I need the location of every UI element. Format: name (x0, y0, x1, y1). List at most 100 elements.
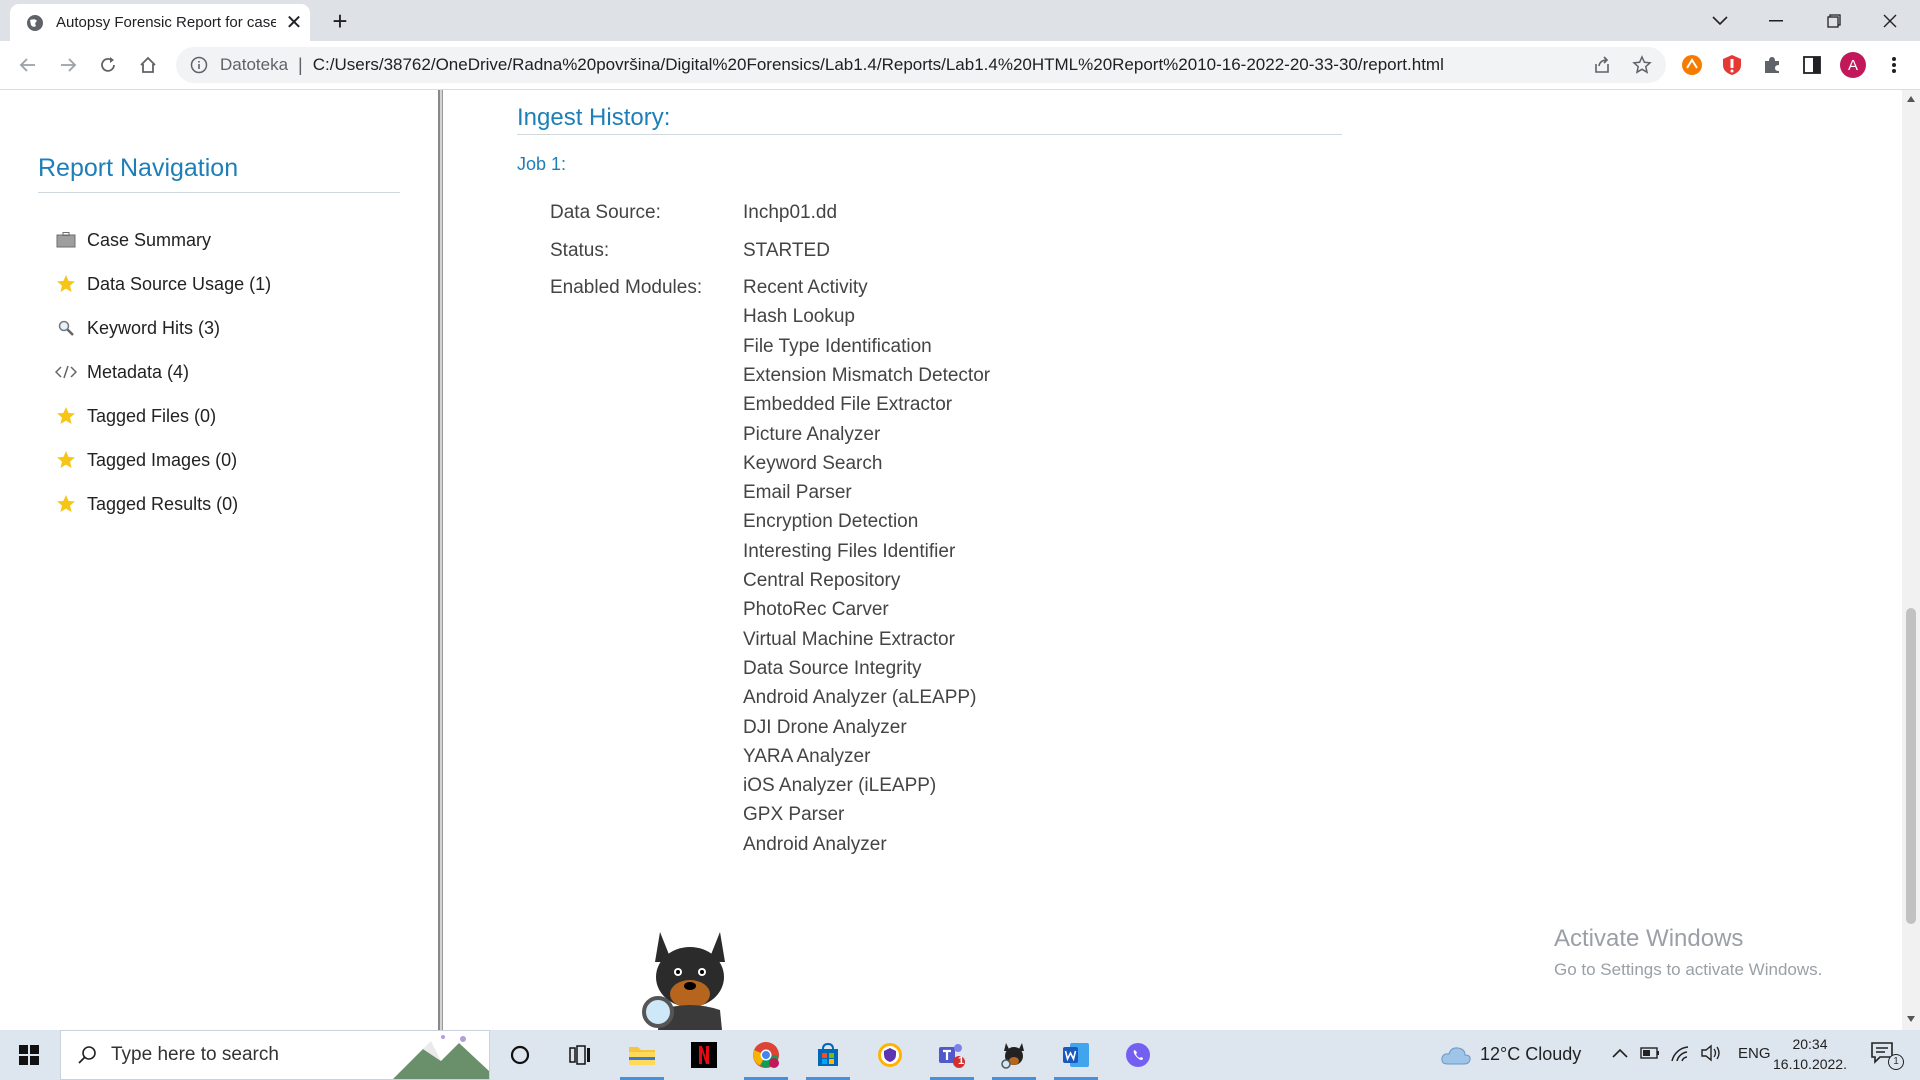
forward-button[interactable] (54, 51, 82, 79)
notification-center-button[interactable]: 1 (1870, 1040, 1906, 1070)
word-icon (1063, 1043, 1089, 1067)
enabled-module-item: Central Repository (743, 570, 901, 591)
browser-tab[interactable]: Autopsy Forensic Report for case ✕ (10, 4, 310, 41)
bookmark-button[interactable] (1628, 51, 1656, 79)
chrome-icon (753, 1042, 779, 1068)
section-divider-line (517, 134, 1342, 135)
share-icon (1595, 56, 1609, 73)
nav-item-label[interactable]: Keyword Hits (3) (87, 318, 220, 339)
extension-orange-icon (1682, 55, 1702, 75)
report-content: Ingest History: Job 1: Data Source: Inch… (444, 90, 1902, 1030)
nav-item-data-source-usage[interactable]: Data Source Usage (1) (55, 262, 271, 306)
data-source-value: Inchp01.dd (743, 202, 838, 223)
minimize-icon (1769, 19, 1783, 21)
taskbar-microsoft-store[interactable] (800, 1035, 856, 1080)
nav-item-tagged-images[interactable]: Tagged Images (0) (55, 438, 271, 482)
windows-logo-icon (19, 1045, 39, 1065)
menu-button[interactable] (1880, 51, 1908, 79)
briefcase-icon (55, 229, 77, 251)
nav-title: Report Navigation (38, 154, 239, 182)
taskbar-word[interactable] (1048, 1035, 1104, 1080)
weather-text[interactable]: 12°C Cloudy (1480, 1044, 1581, 1065)
reload-button[interactable] (94, 51, 122, 79)
extension-button-1[interactable] (1678, 51, 1706, 79)
system-clock[interactable]: 20:34 16.10.2022. (1770, 1034, 1850, 1074)
tab-search-button[interactable] (1692, 0, 1748, 41)
close-tab-icon[interactable]: ✕ (284, 10, 304, 35)
taskbar-search-box[interactable]: Type here to search (60, 1030, 490, 1080)
taskbar-vpn-app[interactable] (862, 1035, 918, 1075)
minimize-button[interactable] (1748, 0, 1804, 41)
enabled-module-item: Recent Activity (743, 277, 868, 298)
clock-date: 16.10.2022. (1773, 1056, 1847, 1072)
new-tab-button[interactable]: + (326, 6, 354, 37)
search-icon (78, 1046, 96, 1064)
autopsy-dog-icon (1001, 1043, 1024, 1069)
address-bar[interactable]: Datoteka | C:/Users/38762/OneDrive/Radna… (176, 47, 1666, 83)
nav-item-tagged-files[interactable]: Tagged Files (0) (55, 394, 271, 438)
reload-icon (101, 57, 115, 72)
side-panel-icon (1803, 56, 1821, 74)
home-button[interactable] (134, 51, 162, 79)
url-separator: | (298, 54, 303, 75)
cortana-button[interactable] (492, 1035, 548, 1075)
taskbar-file-explorer[interactable] (614, 1035, 670, 1080)
start-button[interactable] (0, 1030, 58, 1080)
taskbar-chrome[interactable] (738, 1035, 794, 1080)
task-view-button[interactable] (552, 1035, 608, 1075)
activate-windows-title: Activate Windows (1554, 925, 1744, 952)
nav-item-label[interactable]: Tagged Files (0) (87, 406, 216, 427)
page-scrollbar[interactable] (1902, 90, 1920, 1030)
nav-item-metadata[interactable]: Metadata (4) (55, 350, 271, 394)
folder-icon (629, 1047, 655, 1065)
chevron-up-icon[interactable] (1612, 1048, 1628, 1058)
frame-divider[interactable] (438, 90, 443, 1030)
activate-windows-subtitle: Go to Settings to activate Windows. (1554, 960, 1823, 979)
taskbar-teams[interactable]: 1 (924, 1035, 980, 1080)
restore-button[interactable] (1806, 0, 1862, 41)
info-icon[interactable] (190, 56, 208, 74)
taskbar-autopsy[interactable] (986, 1035, 1042, 1080)
language-indicator[interactable]: ENG (1738, 1045, 1771, 1062)
enabled-module-item: GPX Parser (743, 804, 845, 826)
puzzle-icon (1765, 57, 1779, 73)
enabled-module-item: File Type Identification (743, 335, 932, 357)
taskbar-netflix[interactable] (676, 1035, 732, 1075)
battery-icon[interactable] (1640, 1046, 1660, 1060)
scroll-up-icon[interactable] (1907, 96, 1915, 102)
wifi-icon[interactable] (1670, 1044, 1690, 1062)
scroll-thumb[interactable] (1906, 608, 1916, 924)
close-icon (1883, 14, 1897, 27)
report-navigation-pane: Report Navigation Case Summary Data Sour… (0, 90, 438, 1030)
enabled-module-item: YARA Analyzer (743, 745, 871, 767)
taskbar-viber[interactable] (1110, 1035, 1166, 1075)
arrow-right-icon (61, 58, 77, 72)
share-button[interactable] (1588, 51, 1616, 79)
nav-item-label[interactable]: Case Summary (87, 230, 211, 251)
profile-avatar[interactable]: A (1840, 52, 1866, 78)
nav-item-keyword-hits[interactable]: Keyword Hits (3) (55, 306, 271, 350)
url-text[interactable]: C:/Users/38762/OneDrive/Radna%20površina… (313, 55, 1444, 75)
nav-item-label[interactable]: Metadata (4) (87, 362, 189, 383)
nav-item-label[interactable]: Tagged Results (0) (87, 494, 238, 515)
extension-button-2[interactable] (1718, 51, 1746, 79)
enabled-module-item: Interesting Files Identifier (743, 540, 956, 562)
nav-item-label[interactable]: Tagged Images (0) (87, 450, 237, 471)
home-icon (140, 56, 156, 73)
nav-item-label[interactable]: Data Source Usage (1) (87, 274, 271, 295)
nav-item-case-summary[interactable]: Case Summary (55, 218, 271, 262)
scroll-down-icon[interactable] (1907, 1016, 1915, 1022)
side-panel-button[interactable] (1798, 51, 1826, 79)
enabled-module-item: Android Analyzer (743, 833, 887, 855)
nav-item-tagged-results[interactable]: Tagged Results (0) (55, 482, 271, 526)
enabled-module-item: Android Analyzer (aLEAPP) (743, 687, 977, 709)
job-title: Job 1: (517, 154, 567, 174)
globe-icon (27, 14, 43, 31)
browser-toolbar: Datoteka | C:/Users/38762/OneDrive/Radna… (0, 41, 1920, 90)
enabled-module-item: Email Parser (743, 482, 852, 504)
section-title: Ingest History: (517, 104, 671, 131)
close-window-button[interactable] (1862, 0, 1918, 41)
speaker-icon[interactable] (1700, 1044, 1722, 1062)
back-button[interactable] (14, 51, 42, 79)
extensions-button[interactable] (1758, 51, 1786, 79)
